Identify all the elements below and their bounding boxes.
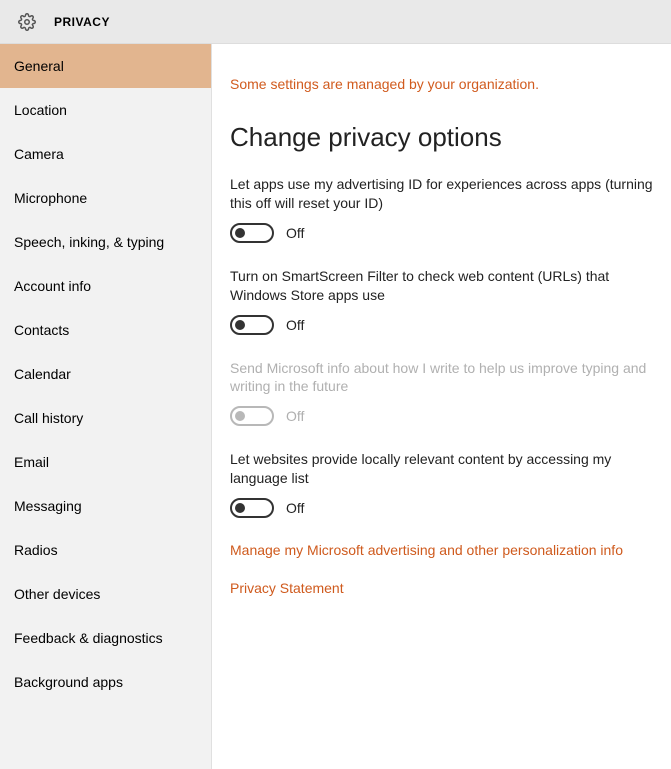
toggle-switch[interactable] bbox=[230, 223, 274, 243]
setting-label: Turn on SmartScreen Filter to check web … bbox=[230, 267, 655, 305]
gear-icon bbox=[18, 13, 36, 31]
org-managed-message: Some settings are managed by your organi… bbox=[230, 76, 655, 92]
toggle-state-label: Off bbox=[286, 317, 304, 333]
sidebar-item-location[interactable]: Location bbox=[0, 88, 211, 132]
sidebar-item-call-history[interactable]: Call history bbox=[0, 396, 211, 440]
sidebar-item-speech-inking-typing[interactable]: Speech, inking, & typing bbox=[0, 220, 211, 264]
sidebar-item-other-devices[interactable]: Other devices bbox=[0, 572, 211, 616]
toggle-state-label: Off bbox=[286, 225, 304, 241]
toggle-row: Off bbox=[230, 223, 655, 243]
main-content: Some settings are managed by your organi… bbox=[212, 44, 671, 769]
setting-label: Let websites provide locally relevant co… bbox=[230, 450, 655, 488]
toggle-switch[interactable] bbox=[230, 315, 274, 335]
toggle-state-label: Off bbox=[286, 408, 304, 424]
sidebar-item-calendar[interactable]: Calendar bbox=[0, 352, 211, 396]
toggle-knob bbox=[235, 503, 245, 513]
sidebar-item-feedback-diagnostics[interactable]: Feedback & diagnostics bbox=[0, 616, 211, 660]
section-heading: Change privacy options bbox=[230, 122, 655, 153]
toggle-switch[interactable] bbox=[230, 498, 274, 518]
setting-label: Send Microsoft info about how I write to… bbox=[230, 359, 655, 397]
sidebar-item-camera[interactable]: Camera bbox=[0, 132, 211, 176]
sidebar-item-radios[interactable]: Radios bbox=[0, 528, 211, 572]
toggle-switch bbox=[230, 406, 274, 426]
toggle-knob bbox=[235, 228, 245, 238]
toggle-knob bbox=[235, 411, 245, 421]
toggle-knob bbox=[235, 320, 245, 330]
sidebar-item-background-apps[interactable]: Background apps bbox=[0, 660, 211, 704]
setting-label: Let apps use my advertising ID for exper… bbox=[230, 175, 655, 213]
setting-0: Let apps use my advertising ID for exper… bbox=[230, 175, 655, 243]
sidebar-item-contacts[interactable]: Contacts bbox=[0, 308, 211, 352]
toggle-row: Off bbox=[230, 406, 655, 426]
setting-2: Send Microsoft info about how I write to… bbox=[230, 359, 655, 427]
toggle-state-label: Off bbox=[286, 500, 304, 516]
sidebar-item-email[interactable]: Email bbox=[0, 440, 211, 484]
setting-1: Turn on SmartScreen Filter to check web … bbox=[230, 267, 655, 335]
sidebar-item-microphone[interactable]: Microphone bbox=[0, 176, 211, 220]
page-title: PRIVACY bbox=[54, 15, 110, 29]
link-manage-my-microsoft-advertising-and-other-personalization-info[interactable]: Manage my Microsoft advertising and othe… bbox=[230, 542, 655, 558]
toggle-row: Off bbox=[230, 315, 655, 335]
sidebar-item-general[interactable]: General bbox=[0, 44, 211, 88]
setting-3: Let websites provide locally relevant co… bbox=[230, 450, 655, 518]
sidebar-item-messaging[interactable]: Messaging bbox=[0, 484, 211, 528]
toggle-row: Off bbox=[230, 498, 655, 518]
sidebar-item-account-info[interactable]: Account info bbox=[0, 264, 211, 308]
header: PRIVACY bbox=[0, 0, 671, 44]
sidebar: GeneralLocationCameraMicrophoneSpeech, i… bbox=[0, 44, 212, 769]
link-privacy-statement[interactable]: Privacy Statement bbox=[230, 580, 655, 596]
